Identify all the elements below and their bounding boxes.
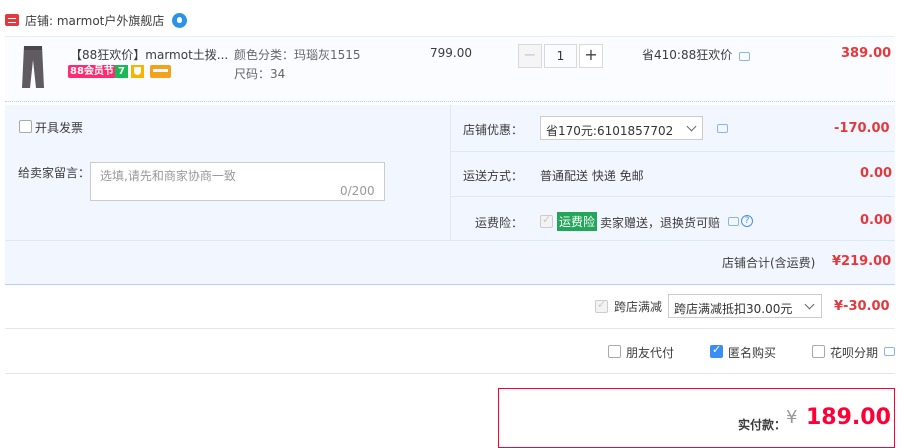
insurance-tag: 运费险: [557, 212, 598, 231]
insurance-text: 卖家赠送，退换货可赔: [600, 216, 721, 230]
divider: [5, 373, 895, 374]
divider: [451, 196, 895, 197]
item-title[interactable]: 【88狂欢价】marmot土拨...: [70, 46, 228, 63]
chat-icon[interactable]: [739, 52, 750, 61]
shipping-method: 普通配送 快递 免邮: [540, 169, 644, 183]
item-subtotal: 389.00: [841, 46, 892, 61]
insurance-checkbox: [540, 213, 553, 228]
item-price: 799.00: [430, 46, 472, 60]
badge-88-festival: 88会员节: [68, 65, 116, 78]
divider: [5, 328, 895, 329]
huabei-checkbox[interactable]: [812, 345, 825, 358]
divider: [450, 105, 451, 240]
payment-amount: 189.00: [806, 405, 891, 430]
item-color-option: 颜色分类：玛瑙灰1515: [234, 48, 361, 62]
shipping-label: 运送方式：: [462, 169, 523, 183]
shop-total-amount: ¥219.00: [832, 254, 892, 269]
chat-icon[interactable]: [884, 347, 895, 356]
message-char-count: 0/200: [340, 184, 375, 198]
chevron-down-icon: [686, 121, 697, 132]
cross-store-select[interactable]: 跨店满减抵扣30.00元: [668, 294, 822, 318]
divider: [451, 151, 895, 152]
insurance-label: 运费险：: [474, 216, 523, 230]
friend-pay-label[interactable]: 朋友代付: [626, 344, 674, 361]
currency-symbol: ¥: [786, 407, 798, 428]
chat-icon[interactable]: [717, 124, 728, 133]
anonymous-checkbox[interactable]: [710, 343, 723, 358]
huabei-label[interactable]: 花呗分期: [830, 344, 878, 361]
insurance-amount: 0.00: [860, 213, 893, 228]
shop-discount-select[interactable]: 省170元:6101857702: [540, 116, 703, 140]
cross-store-selected: 跨店满减抵扣30.00元: [674, 302, 793, 316]
message-label: 给卖家留言：: [18, 166, 91, 180]
quantity-input[interactable]: 1: [544, 44, 577, 68]
shipping-amount: 0.00: [860, 166, 893, 181]
shop-total-label: 店铺合计(含运费): [722, 256, 816, 270]
shop-discount-label: 店铺优惠：: [462, 123, 523, 137]
divider: [5, 240, 895, 241]
quantity-decrease-button[interactable]: −: [518, 44, 542, 68]
friend-pay-checkbox[interactable]: [608, 345, 621, 358]
shop-discount-amount: -170.00: [834, 121, 890, 136]
message-placeholder: 选填,请先和商家协商一致: [100, 169, 236, 183]
payment-label: 实付款：: [738, 418, 787, 432]
quantity-stepper: − 1 +: [518, 44, 604, 68]
cross-store-checkbox: [595, 298, 608, 313]
chevron-down-icon: [804, 299, 815, 310]
badge-7-day-return: 7: [115, 65, 128, 78]
help-icon[interactable]: ?: [741, 215, 753, 227]
quantity-increase-button[interactable]: +: [579, 44, 603, 68]
wangwang-chat-icon[interactable]: [172, 13, 187, 28]
shield-icon: [131, 65, 144, 78]
shop-name[interactable]: 店铺: marmot户外旗舰店: [25, 12, 164, 29]
anonymous-label[interactable]: 匿名购买: [728, 344, 776, 361]
shop-discount-selected: 省170元:6101857702: [546, 124, 674, 138]
credit-card-icon: [150, 65, 171, 78]
cross-store-label: 跨店满减: [614, 300, 663, 314]
item-promo-text: 省410:88狂欢价: [642, 48, 733, 62]
shop-icon: [5, 14, 19, 26]
invoice-label[interactable]: 开具发票: [35, 119, 83, 136]
item-size-option: 尺码：34: [234, 67, 286, 81]
invoice-checkbox[interactable]: [19, 120, 32, 133]
product-image[interactable]: [18, 44, 48, 90]
cross-store-amount: ¥-30.00: [834, 299, 890, 314]
chat-icon[interactable]: [728, 217, 739, 226]
